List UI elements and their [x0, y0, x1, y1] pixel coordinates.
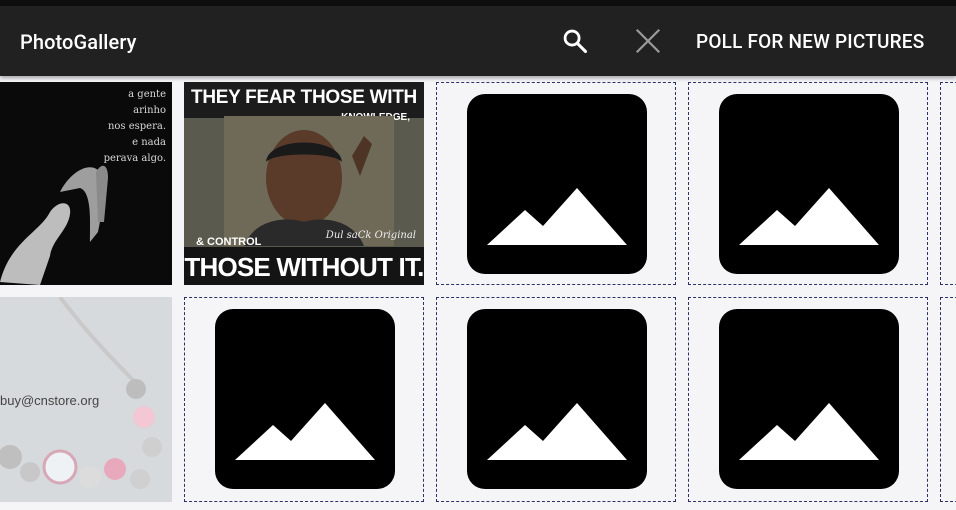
photo-caption-line: arinho	[133, 105, 166, 116]
app-title: PhotoGallery	[20, 30, 137, 54]
photo-tile[interactable]: a gente arinho nos espera. e nada perava…	[0, 82, 172, 285]
hands-image	[0, 165, 108, 285]
close-search-button[interactable]	[630, 23, 666, 59]
image-placeholder-icon	[215, 309, 395, 489]
search-icon	[563, 29, 588, 54]
close-icon	[635, 28, 661, 54]
photo-caption-line: a gente	[128, 89, 166, 100]
photo-grid: a gente arinho nos espera. e nada perava…	[0, 76, 956, 510]
placeholder-tile[interactable]	[940, 82, 956, 285]
placeholder-tile[interactable]	[184, 297, 424, 502]
image-placeholder-icon	[467, 309, 647, 489]
meme-signature: Dul saCk Original	[325, 230, 416, 241]
photo-caption-line: e nada	[132, 137, 166, 148]
photo-tile[interactable]: buy@cnstore.org	[0, 297, 172, 502]
image-placeholder-icon	[467, 94, 647, 274]
placeholder-tile[interactable]	[436, 82, 676, 285]
poll-for-new-pictures-button[interactable]: POLL FOR NEW PICTURES	[696, 30, 924, 53]
photo-caption-line: nos espera.	[107, 121, 166, 132]
meme-headline: THEY FEAR THOSE WITH	[191, 87, 417, 108]
placeholder-tile[interactable]	[688, 297, 928, 502]
image-placeholder-icon	[719, 94, 899, 274]
image-placeholder-icon	[719, 309, 899, 489]
bracelet-image	[0, 297, 162, 489]
search-button[interactable]	[557, 23, 593, 59]
portrait-image	[224, 116, 394, 246]
photo-tile[interactable]: THEY FEAR THOSE WITH KNOWLEDGE, Dul saCk…	[184, 82, 424, 285]
placeholder-tile[interactable]	[436, 297, 676, 502]
app-toolbar: PhotoGallery POLL FOR NEW PICTURES	[0, 6, 956, 76]
placeholder-tile[interactable]	[688, 82, 928, 285]
placeholder-tile[interactable]	[940, 297, 956, 502]
meme-footer: THOSE WITHOUT IT.	[184, 252, 424, 282]
